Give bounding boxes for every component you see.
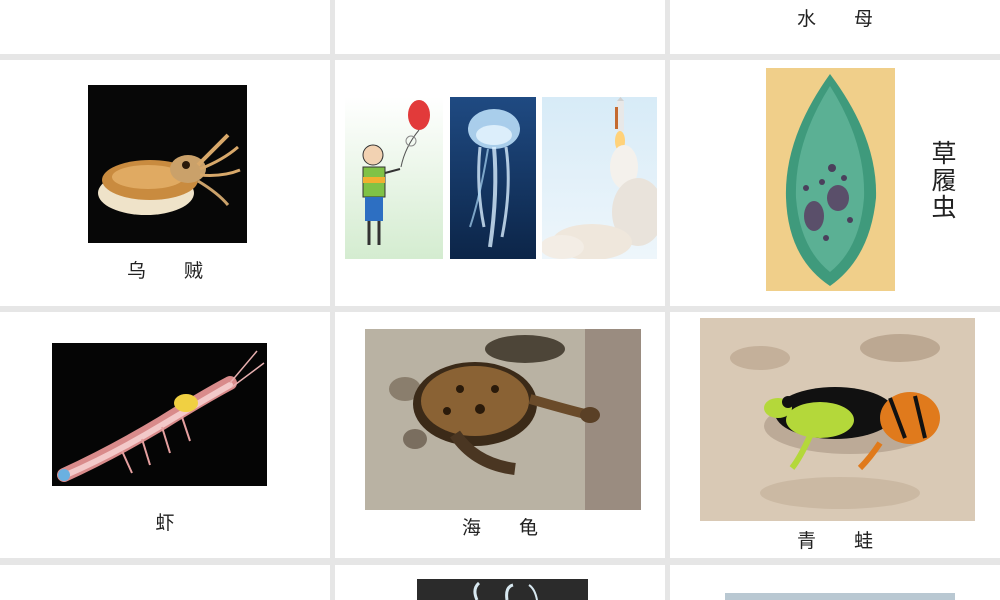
- sea-turtle-image: [365, 329, 641, 510]
- shrimp-image: [52, 343, 267, 486]
- cuttlefish-image: [88, 85, 247, 243]
- label-jellyfish: 水 母: [796, 8, 873, 30]
- card-sea-turtle: 海 龟: [335, 312, 665, 558]
- label-frog: 青 蛙: [796, 530, 873, 552]
- card-row3-col2: [670, 565, 1000, 600]
- sea-anemone-image: [417, 579, 588, 600]
- card-jellyfish-collage: [335, 60, 665, 306]
- label-sea-turtle: 海 龟: [461, 517, 538, 539]
- card-cuttlefish: 乌 贼: [0, 60, 330, 306]
- card-paramecium: 草履虫: [670, 60, 1000, 306]
- cartoon-balloon-image: [345, 97, 443, 259]
- card-shrimp: 虾: [0, 312, 330, 558]
- label-shrimp: 虾: [155, 512, 175, 534]
- paramecium-image: [766, 68, 895, 291]
- label-paramecium: 草履虫: [928, 140, 957, 221]
- card-frog: 青 蛙: [670, 312, 1000, 558]
- card-row0-col1: [335, 0, 665, 54]
- rocket-launch-image: [542, 97, 657, 259]
- jellyfish-image: [450, 97, 536, 259]
- partial-image: [725, 593, 955, 600]
- card-row3-col1: [335, 565, 665, 600]
- card-row0-col0: [0, 0, 330, 54]
- card-row0-col2: 水 母: [670, 0, 1000, 54]
- frog-image: [700, 318, 975, 521]
- label-cuttlefish: 乌 贼: [126, 260, 203, 282]
- card-row3-col0: [0, 565, 330, 600]
